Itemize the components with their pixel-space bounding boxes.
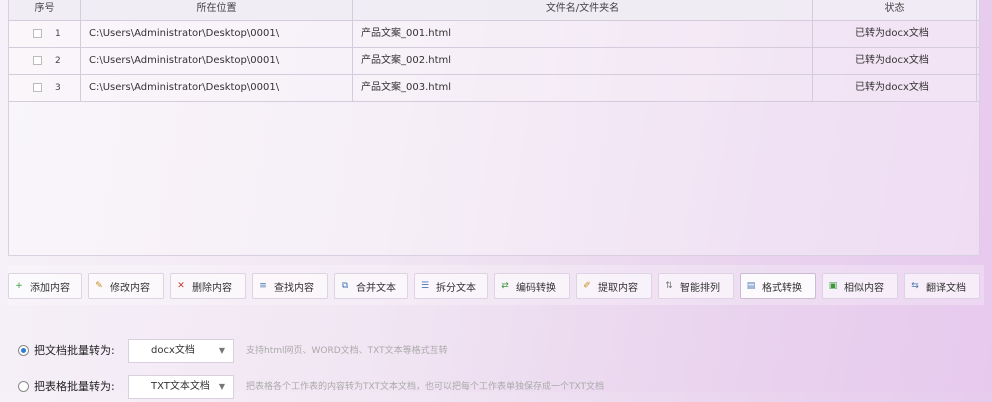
split-text-button[interactable]: ☰ 拆分文本 bbox=[414, 273, 488, 299]
extract-content-icon: ✐ bbox=[581, 280, 593, 292]
row-filename: 产品文案_001.html bbox=[353, 21, 813, 47]
plus-circle-icon: + bbox=[13, 280, 25, 292]
icon-glyph: ≡ bbox=[259, 281, 267, 291]
row-status: 已转为docx文档 bbox=[813, 21, 977, 47]
translate-document-icon: ⇆ bbox=[909, 280, 921, 292]
button-label: 拆分文本 bbox=[436, 282, 476, 294]
document-convert-radio[interactable] bbox=[18, 345, 29, 356]
row-index-cell: 2 bbox=[9, 48, 81, 74]
icon-glyph: ✎ bbox=[95, 281, 103, 291]
row-index: 1 bbox=[55, 29, 61, 39]
row-index: 3 bbox=[55, 83, 61, 93]
row-index-cell: 3 bbox=[9, 75, 81, 101]
row-checkbox[interactable] bbox=[33, 29, 42, 38]
icon-glyph: ✕ bbox=[177, 281, 185, 291]
row-filename: 产品文案_003.html bbox=[353, 75, 813, 101]
row-location: C:\Users\Administrator\Desktop\0001\ bbox=[81, 75, 353, 101]
icon-glyph: ⇄ bbox=[501, 281, 509, 291]
delete-content-button[interactable]: ✕ 删除内容 bbox=[170, 273, 246, 299]
table-convert-hint: 把表格各个工作表的内容转为TXT文本文档，也可以把每个工作表单独保存成一个TXT… bbox=[246, 382, 605, 392]
action-toolbar: + 添加内容 ✎ 修改内容 ✕ 删除内容 ≡ 查找内容 ⧉ 合并文本 ☰ 拆分文… bbox=[8, 265, 984, 305]
edit-content-button[interactable]: ✎ 修改内容 bbox=[88, 273, 164, 299]
icon-glyph: ⧉ bbox=[341, 281, 349, 291]
document-convert-hint: 支持html网页、WORD文档、TXT文本等格式互转 bbox=[246, 346, 448, 356]
find-content-button[interactable]: ≡ 查找内容 bbox=[252, 273, 328, 299]
file-list-table: 序号 所在位置 文件名/文件夹名 状态 1 C:\Users\Administr… bbox=[8, 0, 980, 256]
document-convert-label: 把文档批量转为: bbox=[34, 344, 115, 357]
split-text-icon: ☰ bbox=[419, 280, 431, 292]
button-label: 添加内容 bbox=[30, 282, 70, 294]
smart-sort-button[interactable]: ⇅ 智能排列 bbox=[658, 273, 734, 299]
add-content-button[interactable]: + 添加内容 bbox=[8, 273, 82, 299]
table-format-select[interactable]: TXT文本文档 ▼ bbox=[128, 375, 234, 399]
option-document-convert: 把文档批量转为: docx文档 ▼ 支持html网页、WORD文档、TXT文本等… bbox=[18, 338, 978, 366]
smart-sort-icon: ⇅ bbox=[663, 280, 675, 292]
icon-glyph: ▣ bbox=[828, 281, 838, 291]
button-label: 编码转换 bbox=[516, 282, 556, 294]
row-status: 已转为docx文档 bbox=[813, 48, 977, 74]
table-format-value: TXT文本文档 bbox=[151, 381, 210, 392]
button-label: 修改内容 bbox=[110, 282, 150, 294]
icon-glyph: ✐ bbox=[583, 281, 591, 291]
document-format-select[interactable]: docx文档 ▼ bbox=[128, 339, 234, 363]
table-convert-label: 把表格批量转为: bbox=[34, 380, 115, 393]
translate-document-button[interactable]: ⇆ 翻译文档 bbox=[904, 273, 980, 299]
format-convert-icon: ▤ bbox=[745, 280, 757, 292]
button-label: 翻译文档 bbox=[926, 282, 966, 294]
merge-text-button[interactable]: ⧉ 合并文本 bbox=[334, 273, 408, 299]
format-convert-button[interactable]: ▤ 格式转换 bbox=[740, 273, 816, 299]
header-status[interactable]: 状态 bbox=[813, 0, 977, 20]
row-location: C:\Users\Administrator\Desktop\0001\ bbox=[81, 21, 353, 47]
row-checkbox[interactable] bbox=[33, 83, 42, 92]
row-location: C:\Users\Administrator\Desktop\0001\ bbox=[81, 48, 353, 74]
edit-document-icon: ✎ bbox=[93, 280, 105, 292]
header-index[interactable]: 序号 bbox=[9, 0, 81, 20]
button-label: 智能排列 bbox=[680, 282, 720, 294]
row-status: 已转为docx文档 bbox=[813, 75, 977, 101]
icon-glyph: ▤ bbox=[746, 281, 756, 291]
icon-glyph: ⇅ bbox=[665, 281, 673, 291]
button-label: 提取内容 bbox=[598, 282, 638, 294]
table-row[interactable]: 3 C:\Users\Administrator\Desktop\0001\ 产… bbox=[9, 75, 979, 102]
header-location[interactable]: 所在位置 bbox=[81, 0, 353, 20]
chevron-down-icon: ▼ bbox=[218, 382, 225, 391]
find-document-icon: ≡ bbox=[257, 280, 269, 292]
button-label: 格式转换 bbox=[762, 282, 802, 294]
table-header-row: 序号 所在位置 文件名/文件夹名 状态 bbox=[9, 0, 979, 21]
button-label: 合并文本 bbox=[356, 282, 396, 294]
button-label: 查找内容 bbox=[274, 282, 314, 294]
extract-content-button[interactable]: ✐ 提取内容 bbox=[576, 273, 652, 299]
row-index-cell: 1 bbox=[9, 21, 81, 47]
icon-glyph: ☰ bbox=[420, 281, 430, 291]
button-label: 删除内容 bbox=[192, 282, 232, 294]
encoding-convert-button[interactable]: ⇄ 编码转换 bbox=[494, 273, 570, 299]
icon-glyph: + bbox=[15, 281, 23, 291]
row-checkbox[interactable] bbox=[33, 56, 42, 65]
encoding-convert-icon: ⇄ bbox=[499, 280, 511, 292]
document-format-value: docx文档 bbox=[151, 345, 195, 356]
similar-content-button[interactable]: ▣ 相似内容 bbox=[822, 273, 898, 299]
option-table-convert: 把表格批量转为: TXT文本文档 ▼ 把表格各个工作表的内容转为TXT文本文档，… bbox=[18, 374, 978, 402]
similar-content-icon: ▣ bbox=[827, 280, 839, 292]
button-label: 相似内容 bbox=[844, 282, 884, 294]
chevron-down-icon: ▼ bbox=[218, 346, 225, 355]
merge-text-icon: ⧉ bbox=[339, 280, 351, 292]
table-row[interactable]: 2 C:\Users\Administrator\Desktop\0001\ 产… bbox=[9, 48, 979, 75]
table-convert-radio[interactable] bbox=[18, 381, 29, 392]
delete-document-icon: ✕ bbox=[175, 280, 187, 292]
icon-glyph: ⇆ bbox=[911, 281, 919, 291]
header-filename[interactable]: 文件名/文件夹名 bbox=[353, 0, 813, 20]
row-index: 2 bbox=[55, 56, 61, 66]
row-filename: 产品文案_002.html bbox=[353, 48, 813, 74]
table-row[interactable]: 1 C:\Users\Administrator\Desktop\0001\ 产… bbox=[9, 21, 979, 48]
